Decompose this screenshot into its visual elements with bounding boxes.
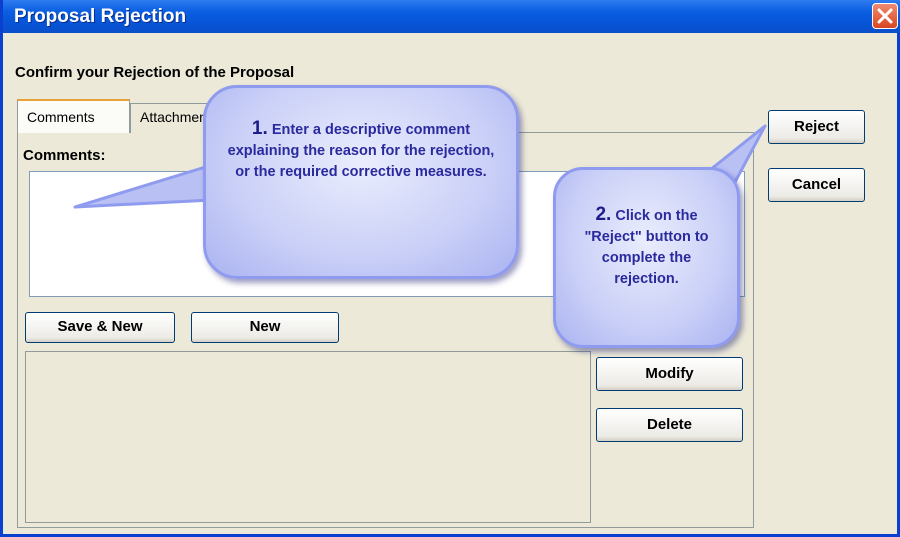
callout-1-pointer <box>73 163 214 209</box>
callout-step-1: 1. Enter a descriptive comment explainin… <box>203 85 519 279</box>
callout-step-2: 2. Click on the "Reject" button to compl… <box>553 167 740 348</box>
callout-2-number: 2. <box>595 204 612 225</box>
callout-1-text: Enter a descriptive comment explaining t… <box>227 122 495 180</box>
callout-1-number: 1. <box>251 118 268 139</box>
